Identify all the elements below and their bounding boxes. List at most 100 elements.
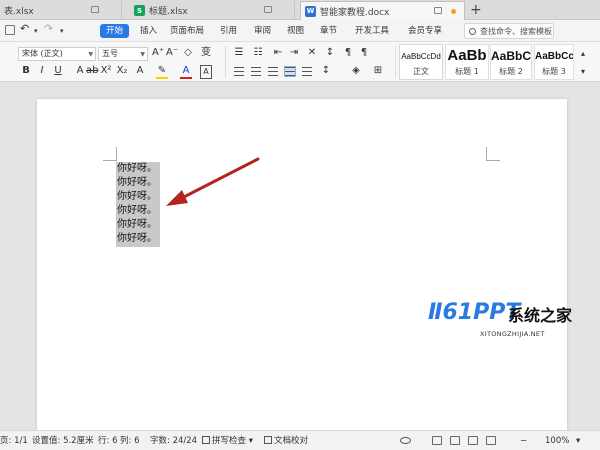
undo-dropdown-icon[interactable]: ▾ xyxy=(34,24,38,38)
annotation-arrow-icon xyxy=(166,157,260,206)
para-mark-icon[interactable]: ¶ xyxy=(358,47,370,59)
status-words[interactable]: 字数: 24/24 xyxy=(150,435,197,447)
menu-references[interactable]: 引用 xyxy=(220,24,237,38)
bullet-list-icon[interactable]: ☰ xyxy=(233,47,245,59)
proofread-label: 文档校对 xyxy=(274,436,309,446)
chevron-down-icon: ▼ xyxy=(140,51,145,58)
monitor-icon xyxy=(434,7,442,14)
command-search[interactable]: 查找命令、搜索模板 xyxy=(464,23,554,39)
style-heading-2[interactable]: AaBbC 标题 2 xyxy=(490,44,532,80)
font-color-icon[interactable]: A xyxy=(180,65,192,79)
style-heading-3[interactable]: AaBbCc 标题 3 xyxy=(534,44,574,80)
bold-icon[interactable]: B xyxy=(20,65,32,77)
style-normal[interactable]: AaBbCcDd 正文 xyxy=(399,44,443,80)
write-mode-icon[interactable] xyxy=(486,436,496,445)
zoom-dropdown-icon[interactable]: ▾ xyxy=(576,435,580,447)
style-heading-1[interactable]: AaBb 标题 1 xyxy=(445,44,489,80)
distributed-icon[interactable] xyxy=(302,67,312,76)
menu-chapter[interactable]: 章节 xyxy=(320,24,337,38)
scroll-down-icon[interactable]: ▾ xyxy=(577,66,589,78)
style-sample: AaBbC xyxy=(491,49,531,63)
document-check-icon xyxy=(264,436,272,444)
spell-check-label: 拼写检查 xyxy=(212,436,247,446)
more-dropdown-icon[interactable]: ▾ xyxy=(60,24,64,38)
text-effect-icon[interactable]: A xyxy=(134,65,146,77)
phonetic-icon[interactable]: 变 xyxy=(200,47,212,59)
strikethrough-icon[interactable]: ab xyxy=(86,65,98,77)
underline-icon[interactable]: U xyxy=(52,65,64,77)
monitor-icon xyxy=(91,6,99,13)
tab-docx[interactable]: W 智能家教程.docx xyxy=(300,1,465,20)
align-right-icon[interactable] xyxy=(268,67,278,76)
align-left-icon[interactable] xyxy=(234,67,244,76)
char-border-icon[interactable]: A xyxy=(200,65,212,79)
page-view-icon[interactable] xyxy=(432,436,442,445)
divider xyxy=(225,46,226,78)
zoom-out-icon[interactable]: − xyxy=(520,435,527,447)
tab-xlsx-1[interactable]: 表.xlsx xyxy=(0,1,122,20)
status-setting[interactable]: 设置值: 5.2厘米 xyxy=(32,435,94,447)
show-marks-icon[interactable]: ¶ xyxy=(342,47,354,59)
menu-developer[interactable]: 开发工具 xyxy=(355,24,389,38)
font-color-variant-icon[interactable]: A xyxy=(74,65,86,77)
shading-icon[interactable]: ◈ xyxy=(350,65,362,77)
clear-format-icon[interactable]: ◇ xyxy=(182,47,194,59)
decrease-indent-icon[interactable]: ⇤ xyxy=(272,47,284,59)
scroll-up-icon[interactable]: ▴ xyxy=(577,48,589,60)
undo-icon[interactable]: ↶ xyxy=(20,22,29,36)
sort-icon[interactable]: ↕ xyxy=(324,47,336,59)
tab-xlsx-2[interactable]: S 标题.xlsx xyxy=(130,1,295,20)
new-tab-icon[interactable]: + xyxy=(470,2,482,18)
style-sample: AaBbCcDd xyxy=(401,52,441,61)
highlight-icon[interactable]: ✎ xyxy=(156,65,168,79)
superscript-icon[interactable]: X² xyxy=(100,65,112,77)
style-name: 正文 xyxy=(413,67,429,76)
font-name-select[interactable]: 宋体 (正文) ▼ xyxy=(18,47,96,61)
shrink-font-icon[interactable]: A⁻ xyxy=(166,47,178,59)
redo-icon[interactable]: ↷ xyxy=(44,22,53,36)
menu-insert[interactable]: 插入 xyxy=(140,24,157,38)
zoom-level[interactable]: 100% xyxy=(545,435,569,447)
subscript-icon[interactable]: X₂ xyxy=(116,65,128,77)
align-center-icon[interactable] xyxy=(251,67,261,76)
increase-indent-icon[interactable]: ⇥ xyxy=(288,47,300,59)
status-page[interactable]: 页: 1/1 xyxy=(0,435,28,447)
print-icon[interactable] xyxy=(5,25,15,35)
line-spacing-icon[interactable]: ↕ xyxy=(320,65,332,77)
eye-protect-icon[interactable] xyxy=(400,437,411,444)
justify-icon[interactable] xyxy=(284,66,296,77)
chinese-layout-icon[interactable]: ✕ xyxy=(306,47,318,59)
search-placeholder: 查找命令、搜索模板 xyxy=(480,26,552,36)
menu-review[interactable]: 审阅 xyxy=(254,24,271,38)
font-size-select[interactable]: 五号 ▼ xyxy=(98,47,148,61)
menu-view[interactable]: 视图 xyxy=(287,24,304,38)
watermark-cn: 系统之家 xyxy=(508,306,573,325)
status-col: 列: 6 xyxy=(120,436,140,446)
menu-start[interactable]: 开始 xyxy=(100,24,130,38)
document-file-icon: W xyxy=(305,5,316,17)
grow-font-icon[interactable]: A⁺ xyxy=(152,47,164,59)
outline-view-icon[interactable] xyxy=(450,436,460,445)
proofread-button[interactable]: 文档校对 xyxy=(264,435,308,447)
border-icon[interactable]: ⊞ xyxy=(372,65,384,77)
menu-page-layout[interactable]: 页面布局 xyxy=(170,24,204,38)
spell-check-button[interactable]: 拼写检查 ▾ xyxy=(202,435,253,447)
status-bar: 页: 1/1 设置值: 5.2厘米 行: 6 列: 6 字数: 24/24 拼写… xyxy=(0,430,600,450)
divider xyxy=(395,46,396,78)
style-name: 标题 2 xyxy=(499,67,523,76)
tab-bar: 表.xlsx S 标题.xlsx W 智能家教程.docx + xyxy=(0,0,600,20)
check-icon xyxy=(202,436,210,444)
italic-icon[interactable]: I xyxy=(36,65,48,77)
monitor-icon xyxy=(264,6,272,13)
numbered-list-icon[interactable]: ☷ xyxy=(252,47,264,59)
chevron-down-icon: ▼ xyxy=(88,51,93,58)
search-icon xyxy=(469,27,476,35)
font-size-value: 五号 xyxy=(102,49,118,58)
menu-member[interactable]: 会员专享 xyxy=(408,24,442,38)
status-row: 行: 6 xyxy=(98,436,118,446)
ribbon: 宋体 (正文) ▼ 五号 ▼ A⁺ A⁻ ◇ 变 B I U A ab X² X… xyxy=(0,42,600,82)
web-view-icon[interactable] xyxy=(468,436,478,445)
style-name: 标题 3 xyxy=(542,67,566,76)
style-sample: AaBbCc xyxy=(535,51,573,62)
tab-label: 标题.xlsx xyxy=(149,7,188,17)
